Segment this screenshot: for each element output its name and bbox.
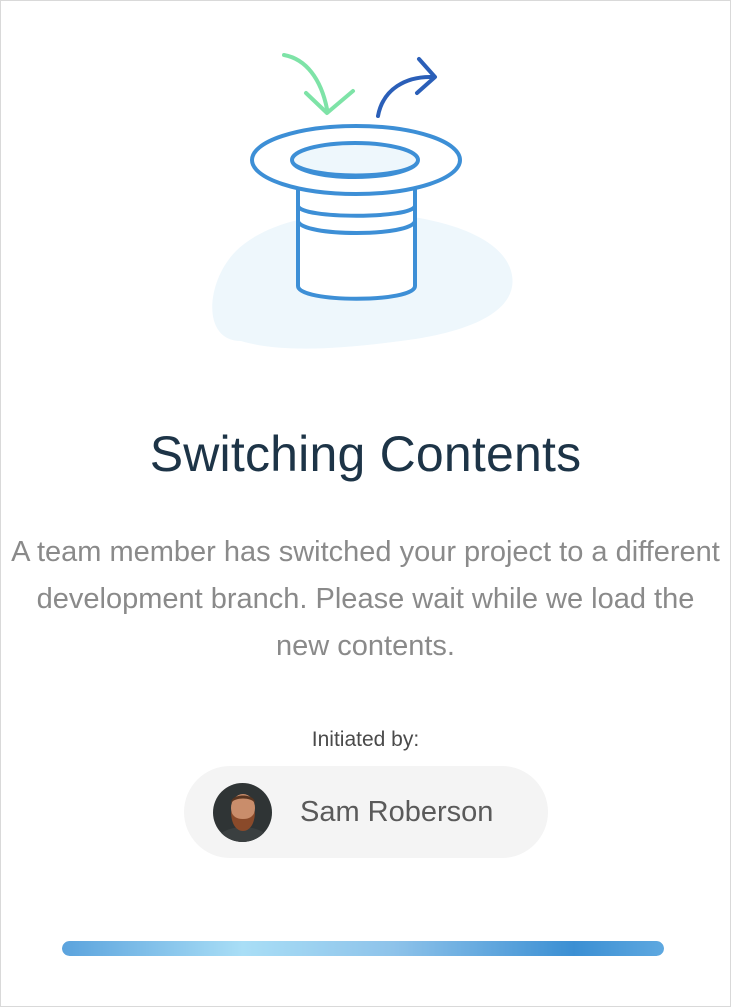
top-hat-switch-icon	[201, 41, 531, 361]
progress-fill	[62, 941, 664, 956]
status-description: A team member has switched your project …	[11, 536, 720, 662]
user-chip[interactable]: Sam Roberson	[184, 766, 548, 858]
initiated-by-label: Initiated by:	[311, 728, 420, 751]
user-avatar-photo	[213, 782, 272, 842]
switching-contents-dialog: Switching Contents A team member has swi…	[0, 0, 731, 1007]
page-title: Switching Contents	[149, 426, 582, 482]
loading-progress-bar	[62, 941, 664, 956]
user-name: Sam Roberson	[300, 795, 494, 828]
